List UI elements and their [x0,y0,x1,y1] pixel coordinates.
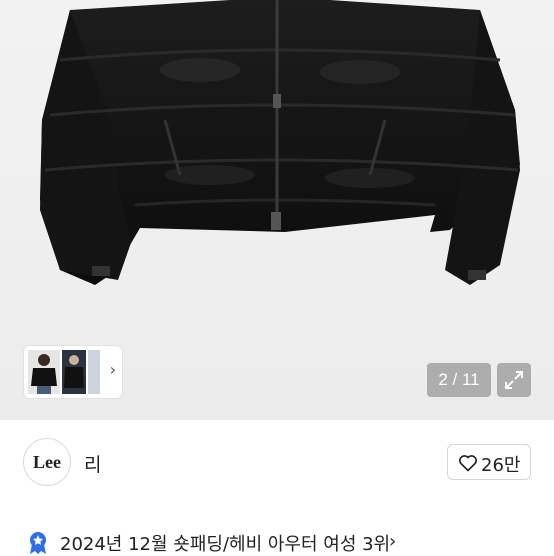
ranking-text[interactable]: 2024년 12월 숏패딩/헤비 아우터 여성 3위 [60,530,390,556]
thumbnail-strip[interactable]: › [24,346,122,398]
heart-outline-icon [459,455,477,472]
chevron-right-icon[interactable]: › [110,360,116,379]
thumbnail-1[interactable] [28,350,60,394]
product-image-gallery[interactable]: › 2 / 11 [0,0,554,420]
chevron-right-icon[interactable]: › [389,531,396,552]
thumbnail-2[interactable] [62,350,86,394]
like-button[interactable]: 26만 [447,444,531,480]
brand-name[interactable]: 리 [84,450,101,477]
expand-icon[interactable] [497,363,531,397]
like-count: 26만 [481,455,521,476]
image-counter: 2 / 11 [427,363,491,397]
rank-badge-icon [30,532,46,554]
thumbnail-3[interactable] [88,350,100,394]
brand-logo[interactable]: Lee [23,438,71,486]
